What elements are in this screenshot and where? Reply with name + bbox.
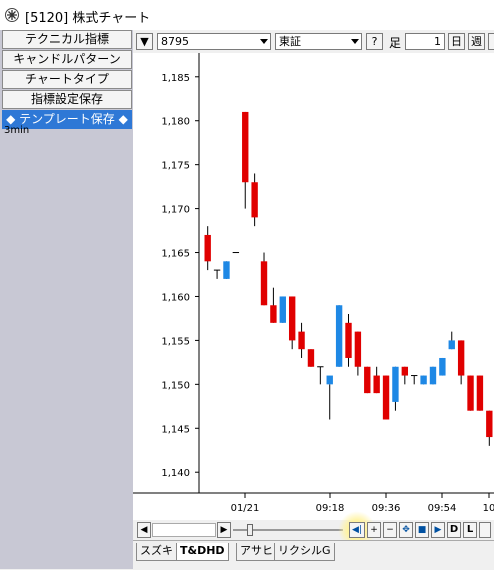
extra-nav-button[interactable] xyxy=(479,522,491,538)
stock-tab-bar: スズキ T&DHD アサヒ リクシルG xyxy=(133,540,494,570)
candle-body xyxy=(204,234,211,262)
candle-body xyxy=(354,331,362,367)
candle-body xyxy=(373,375,380,394)
candlestick-chart[interactable]: 1,185 1,180 1,175 1,170 1,165 1,160 1,155 1,150… xyxy=(133,53,494,520)
candle-body xyxy=(420,375,427,385)
x-tick-label: 09:36 xyxy=(372,503,401,514)
zoom-in-button[interactable]: + xyxy=(367,522,381,538)
chart-toolbar: ▼ 8795 東証 ? 足 1 日 週 xyxy=(133,30,494,53)
candle-body xyxy=(251,182,258,218)
interval-input[interactable]: 1 xyxy=(405,33,445,50)
zoom-slider[interactable] xyxy=(233,523,343,537)
candle-body xyxy=(439,357,446,376)
candle-body xyxy=(448,340,455,350)
weekly-button[interactable]: 週 xyxy=(468,33,485,50)
scroll-right-button[interactable]: ▶ xyxy=(217,522,231,538)
candle-body xyxy=(223,261,230,279)
y-tick-label: 1,180 xyxy=(161,117,190,128)
tab-asahi[interactable]: アサヒ xyxy=(236,543,277,561)
stop-button[interactable]: ■ xyxy=(415,522,429,538)
title-bar: [5120] 株式チャート xyxy=(0,0,494,30)
zoom-out-button[interactable]: − xyxy=(383,522,397,538)
x-tick-label: 09:18 xyxy=(316,503,345,514)
app-logo-icon xyxy=(5,8,19,22)
market-select[interactable]: 東証 xyxy=(275,33,362,50)
y-tick-label: 1,165 xyxy=(161,249,190,260)
y-tick-label: 1,140 xyxy=(161,468,190,479)
tab-suzuki[interactable]: スズキ xyxy=(136,543,177,561)
y-tick-label: 1,170 xyxy=(161,205,190,216)
candle-body xyxy=(260,261,268,306)
chart-type-button[interactable]: チャートタイプ xyxy=(2,70,132,89)
candle-pattern-button[interactable]: キャンドルパターン xyxy=(2,50,132,69)
tab-td-hd[interactable]: T&DHD xyxy=(176,543,229,561)
chart-menu-button[interactable]: ▼ xyxy=(136,33,153,50)
y-tick-label: 1,185 xyxy=(161,73,190,84)
x-tick-label: 09:54 xyxy=(428,503,457,514)
chart-svg: 1,185 1,180 1,175 1,170 1,165 1,160 1,155 1,150… xyxy=(133,53,494,514)
candle-body xyxy=(476,375,484,411)
candle-body xyxy=(382,375,390,420)
save-indicator-settings-button[interactable]: 指標設定保存 xyxy=(2,90,132,109)
jump-start-button[interactable]: ◀| xyxy=(349,522,365,538)
candle-body xyxy=(392,366,399,402)
tab-lixil-g[interactable]: リクシルG xyxy=(274,543,335,561)
candle-body xyxy=(457,340,465,376)
scroll-left-button[interactable]: ◀ xyxy=(137,522,151,538)
play-button[interactable]: ▶ xyxy=(431,522,445,538)
x-tick-label: 01/21 xyxy=(231,503,260,514)
horizontal-scrollbar-track[interactable] xyxy=(152,523,216,537)
candle-body xyxy=(364,366,371,394)
y-tick-label: 1,160 xyxy=(161,292,190,303)
zoom-slider-thumb[interactable] xyxy=(247,524,253,536)
more-button[interactable] xyxy=(488,33,494,50)
chart-navigation-bar: ◀ ▶ ◀| + − ✥ ■ ▶ D L xyxy=(133,511,494,549)
candle-body xyxy=(307,349,315,367)
candle-body xyxy=(298,331,305,350)
stock-code-value: 8795 xyxy=(161,35,189,48)
stock-code-select[interactable]: 8795 xyxy=(157,33,271,50)
chevron-down-icon xyxy=(260,39,268,44)
candle-body xyxy=(429,366,437,385)
candle-body xyxy=(401,366,409,376)
l-button[interactable]: L xyxy=(463,522,477,538)
candle-body xyxy=(345,322,352,358)
d-button[interactable]: D xyxy=(447,522,461,538)
candle-body xyxy=(242,111,249,183)
left-panel: テクニカル指標 キャンドルパターン チャートタイプ 指標設定保存 ◆ テンプレー… xyxy=(0,30,133,569)
y-tick-label: 1,150 xyxy=(161,380,190,391)
window-title: [5120] 株式チャート xyxy=(25,11,151,26)
candle-body xyxy=(486,410,493,438)
help-button[interactable]: ? xyxy=(366,33,383,50)
technical-indicator-button[interactable]: テクニカル指標 xyxy=(2,30,132,49)
candle-body xyxy=(279,296,286,323)
candle-body xyxy=(335,305,343,367)
y-tick-label: 1,175 xyxy=(161,161,190,172)
y-tick-label: 1,155 xyxy=(161,336,190,347)
interval-label: 3min xyxy=(4,125,30,136)
candle-body xyxy=(326,375,333,385)
candle-body xyxy=(270,305,277,323)
y-tick-label: 1,145 xyxy=(161,424,190,435)
chevron-down-icon xyxy=(351,39,359,44)
candle-body xyxy=(467,375,474,411)
ashi-label: 足 xyxy=(389,36,402,50)
daily-button[interactable]: 日 xyxy=(448,33,465,50)
candle-body xyxy=(288,296,296,341)
market-value: 東証 xyxy=(279,35,301,48)
x-tick-label: 10 xyxy=(483,503,494,514)
move-button[interactable]: ✥ xyxy=(399,522,413,538)
